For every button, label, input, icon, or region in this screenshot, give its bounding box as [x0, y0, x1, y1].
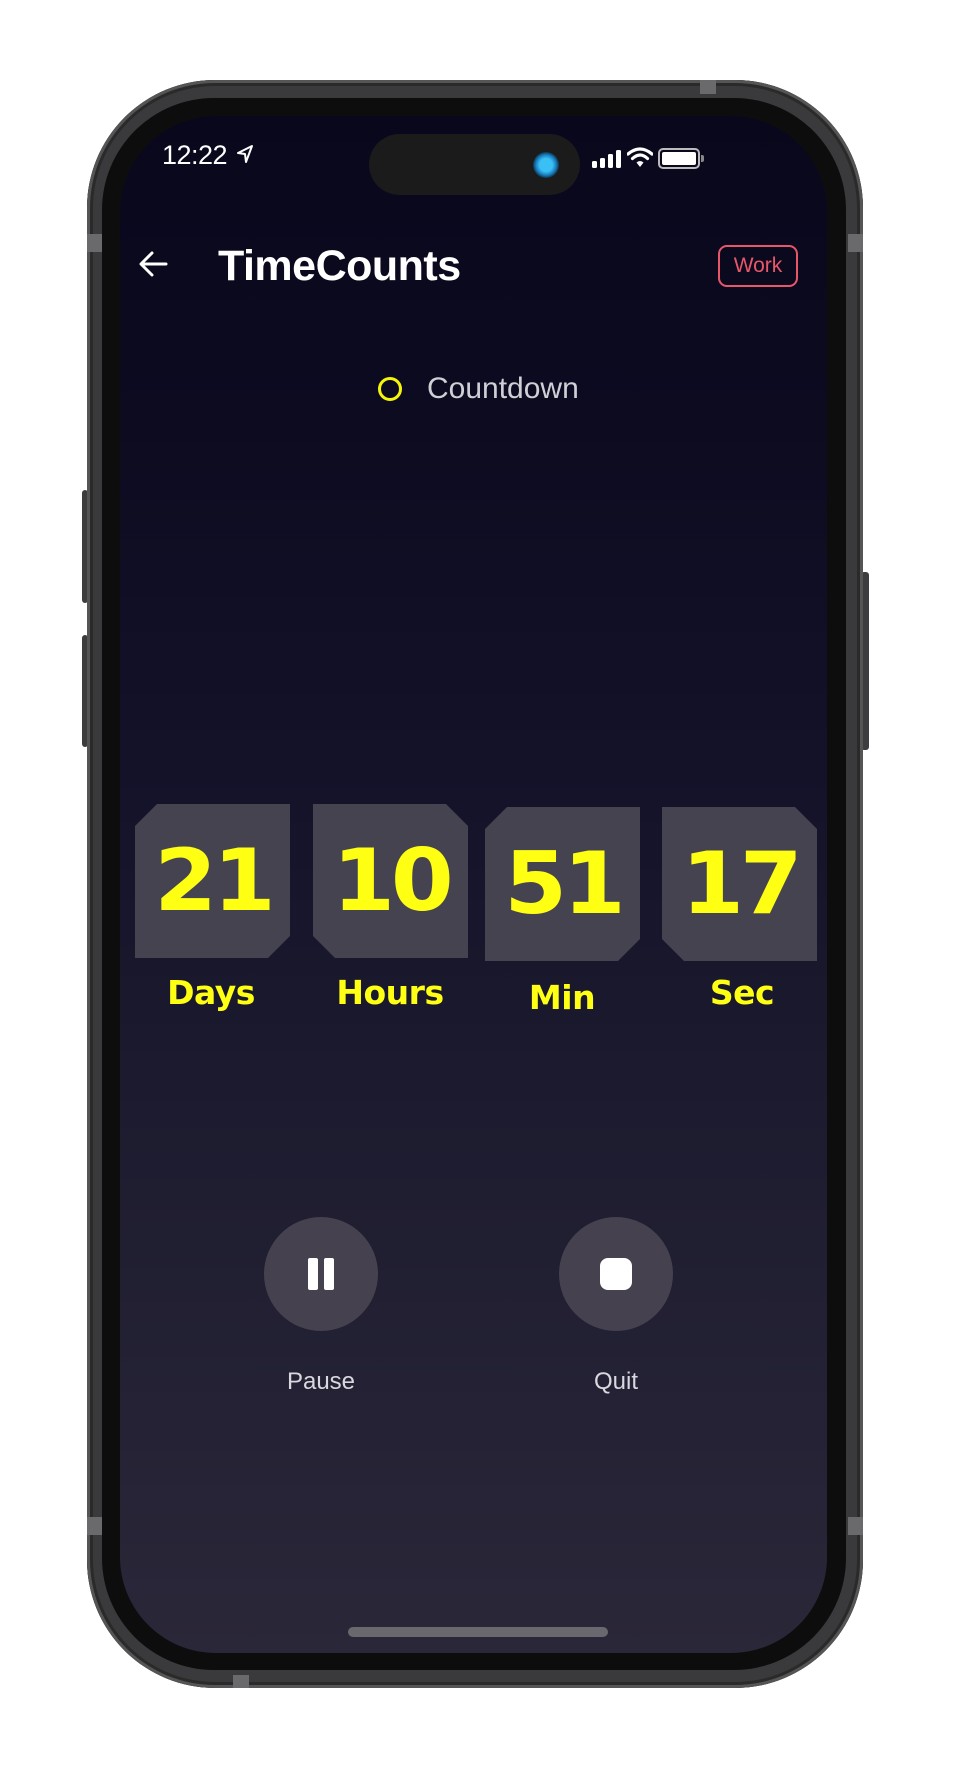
minutes-label: Min [528, 978, 596, 1017]
category-tag-button[interactable]: Work [718, 245, 798, 287]
battery-icon [658, 148, 704, 169]
status-time: 12:22 [162, 140, 228, 170]
arrow-left-icon [139, 251, 168, 277]
quit-button[interactable] [559, 1217, 673, 1331]
timer-mode: Countdown [378, 372, 579, 406]
hours-label: Hours [336, 973, 444, 1012]
location-arrow-icon [237, 145, 253, 163]
quit-label: Quit [593, 1368, 638, 1395]
days-tile: 21 [135, 804, 290, 958]
antenna-band [848, 234, 863, 252]
hours-value: 10 [331, 831, 450, 931]
app-screen: 12:22 TimeCounts Work Countdown 21 10 51… [120, 116, 827, 1653]
seconds-label: Sec [709, 973, 775, 1012]
category-tag-label: Work [733, 254, 783, 277]
antenna-band [87, 1517, 102, 1535]
days-value: 21 [153, 831, 272, 931]
home-indicator[interactable] [348, 1627, 608, 1637]
back-button[interactable] [134, 244, 174, 284]
antenna-band [700, 80, 716, 94]
cellular-signal-icon [592, 150, 621, 168]
days-label: Days [167, 973, 255, 1012]
seconds-tile: 17 [662, 807, 817, 961]
antenna-band [233, 1675, 249, 1688]
pause-icon [308, 1258, 334, 1290]
mode-label: Countdown [427, 372, 579, 405]
hours-tile: 10 [313, 804, 468, 958]
app-title: TimeCounts [218, 242, 461, 290]
pause-label: Pause [286, 1368, 356, 1395]
camera-icon [533, 152, 559, 178]
seconds-value: 17 [680, 834, 799, 934]
minutes-tile: 51 [485, 807, 640, 961]
ring-icon [378, 377, 402, 401]
pause-button[interactable] [264, 1217, 378, 1331]
antenna-band [87, 234, 102, 252]
minutes-value: 51 [503, 834, 622, 934]
stop-icon [600, 1258, 632, 1290]
wifi-icon [627, 147, 653, 167]
antenna-band [848, 1517, 863, 1535]
dynamic-island [369, 134, 580, 195]
